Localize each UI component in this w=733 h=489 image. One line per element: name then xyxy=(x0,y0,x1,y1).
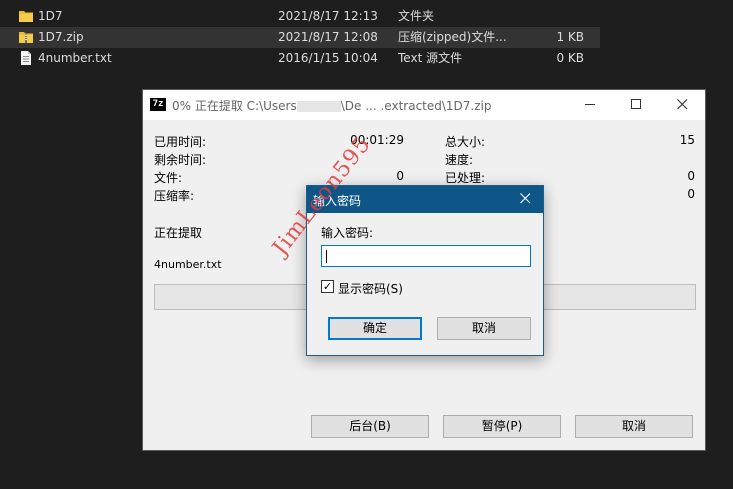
password-input[interactable] xyxy=(321,245,531,267)
ratio-label: 压缩率: xyxy=(154,189,195,203)
redacted-username xyxy=(296,101,341,112)
status-text: 正在提取 xyxy=(154,226,203,240)
file-size: 0 KB xyxy=(556,51,584,65)
file-size: 1 KB xyxy=(556,30,584,44)
file-type: 压缩(zipped)文件... xyxy=(398,30,507,44)
window-title: 0% 正在提取 C:\Users \De ... .extracted\1D7.z… xyxy=(172,97,492,114)
file-type: Text 源文件 xyxy=(398,51,463,65)
speed-label: 速度: xyxy=(445,153,474,167)
remaining-label: 剩余时间: xyxy=(154,153,207,167)
dialog-close-button[interactable] xyxy=(513,189,537,208)
close-button[interactable] xyxy=(659,90,705,120)
password-prompt: 输入密码: xyxy=(321,226,374,240)
processed-label: 已处理: xyxy=(445,171,486,185)
show-password-checkbox[interactable]: ✓ xyxy=(321,280,334,293)
dialog-cancel-button[interactable]: 取消 xyxy=(437,317,531,340)
file-date: 2021/8/17 12:08 xyxy=(278,30,378,44)
elapsed-label: 已用时间: xyxy=(154,135,207,149)
text-caret xyxy=(326,250,327,263)
total-size-value: 15 xyxy=(679,133,695,147)
processed-value: 0 xyxy=(687,169,695,183)
title-suffix: \De ... .extracted\1D7.zip xyxy=(340,99,492,113)
file-name: 4number.txt xyxy=(38,51,112,65)
file-name: 1D7 xyxy=(38,9,63,23)
background-button[interactable]: 后台(B) xyxy=(311,415,429,438)
checkmark-icon: ✓ xyxy=(322,280,333,293)
close-icon xyxy=(676,99,687,110)
file-name: 1D7.zip xyxy=(38,30,84,44)
text-file-icon xyxy=(19,51,33,72)
file-row-zip[interactable]: 1D7.zip 2021/8/17 12:08 压缩(zipped)文件... … xyxy=(0,27,600,48)
current-file: 4number.txt xyxy=(154,258,222,271)
files-label: 文件: xyxy=(154,171,183,185)
file-row-folder[interactable]: 1D7 2021/8/17 12:13 文件夹 xyxy=(0,6,600,27)
processed-extra-value: 0 xyxy=(687,187,695,201)
close-icon xyxy=(519,193,530,204)
file-row-txt[interactable]: 4number.txt 2016/1/15 10:04 Text 源文件 0 K… xyxy=(0,48,600,69)
cancel-button[interactable]: 取消 xyxy=(575,415,693,438)
file-type: 文件夹 xyxy=(398,9,435,23)
file-date: 2021/8/17 12:13 xyxy=(278,9,378,23)
maximize-icon xyxy=(630,99,641,109)
show-password-label[interactable]: 显示密码(S) xyxy=(338,280,403,297)
minimize-icon xyxy=(584,104,595,105)
ok-button[interactable]: 确定 xyxy=(328,317,422,340)
pause-button[interactable]: 暂停(P) xyxy=(443,415,561,438)
minimize-button[interactable] xyxy=(567,90,613,120)
title-prefix: 0% 正在提取 C:\Users xyxy=(172,99,297,113)
7zip-logo: 7z xyxy=(150,98,166,111)
total-size-label: 总大小: xyxy=(445,135,486,149)
maximize-button[interactable] xyxy=(613,90,659,120)
password-dialog: 输入密码 输入密码: ✓ 显示密码(S) 确定 取消 xyxy=(306,185,544,356)
file-date: 2016/1/15 10:04 xyxy=(278,51,378,65)
window-titlebar[interactable]: 7z 0% 正在提取 C:\Users \De ... .extracted\1D… xyxy=(143,90,705,120)
